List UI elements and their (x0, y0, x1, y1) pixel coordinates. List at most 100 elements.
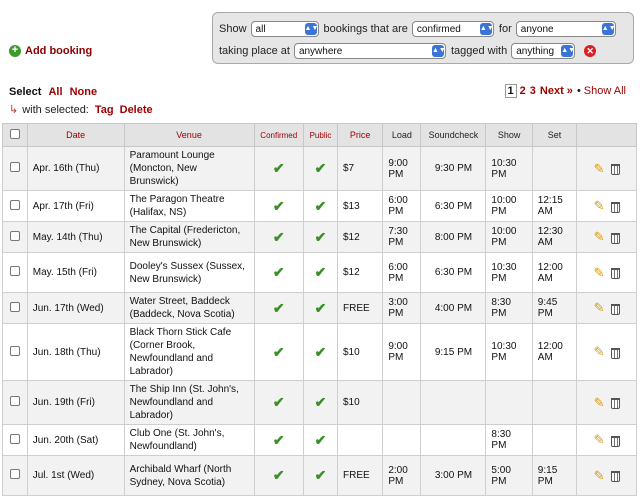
table-row: Jul. 1st (Wed) Archibald Wharf (North Syd… (2, 455, 637, 496)
next-page-link[interactable]: Next » (540, 85, 573, 97)
actions-cell: ✎ (576, 190, 637, 222)
place-select[interactable]: anywhere ▲▼ (293, 43, 446, 59)
trash-icon[interactable] (610, 201, 620, 213)
status-select[interactable]: confirmed ▲▼ (411, 21, 494, 37)
set-cell: 12:00 AM (531, 323, 578, 381)
row-checkbox-cell (2, 221, 28, 253)
row-checkbox-cell (2, 424, 28, 456)
set-cell (531, 146, 578, 191)
confirmed-cell: ✔ (253, 424, 304, 456)
with-selected-controls: ↳ with selected: Tag Delete (9, 103, 153, 117)
load-cell: 3:00 PM (382, 292, 422, 324)
set-cell: 9:45 PM (531, 292, 578, 324)
delete-selected-link[interactable]: Delete (120, 104, 153, 116)
pencil-icon[interactable]: ✎ (594, 395, 605, 410)
set-header: Set (531, 123, 578, 147)
clear-filter-icon[interactable]: ✕ (584, 45, 597, 57)
load-cell: 6:00 PM (382, 252, 422, 293)
row-checkbox[interactable] (9, 469, 20, 479)
check-icon: ✔ (272, 160, 285, 176)
tag-selected-link[interactable]: Tag (95, 104, 114, 116)
select-none-link[interactable]: None (70, 86, 98, 98)
select-all-link[interactable]: All (48, 86, 62, 98)
date-cell: Jul. 1st (Wed) (26, 455, 125, 496)
current-page: 1 (504, 84, 517, 98)
table-row: Jun. 19th (Fri) The Ship Inn (St. John's,… (2, 380, 637, 425)
row-checkbox-cell (2, 190, 28, 222)
trash-icon[interactable] (610, 164, 620, 176)
check-icon: ✔ (314, 299, 327, 316)
row-checkbox[interactable] (9, 433, 20, 444)
price-cell (336, 424, 384, 456)
show-all-link[interactable]: Show All (584, 85, 626, 97)
confirmed-cell: ✔ (253, 190, 304, 222)
row-checkbox[interactable] (9, 162, 20, 172)
date-header[interactable]: Date (26, 123, 125, 147)
for-select-value: anyone (520, 23, 554, 35)
show-cell: 10:30 PM (485, 323, 533, 381)
trash-icon[interactable] (610, 268, 620, 280)
row-checkbox[interactable] (9, 230, 20, 241)
date-cell: Jun. 20th (Sat) (26, 424, 125, 456)
pencil-icon[interactable]: ✎ (594, 229, 605, 244)
set-cell: 12:00 AM (531, 252, 578, 293)
page-link-3[interactable]: 3 (530, 85, 536, 97)
trash-icon[interactable] (610, 435, 620, 447)
soundcheck-cell (420, 424, 487, 456)
confirmed-cell: ✔ (253, 323, 304, 381)
public-header[interactable]: Public (302, 123, 339, 147)
venue-cell: The Capital (Fredericton, New Brunswick) (123, 221, 255, 253)
venue-header[interactable]: Venue (123, 123, 255, 147)
row-checkbox[interactable] (9, 266, 20, 276)
row-checkbox[interactable] (9, 199, 20, 210)
page-link-2[interactable]: 2 (520, 85, 526, 97)
trash-icon[interactable] (610, 398, 620, 410)
pencil-icon[interactable]: ✎ (594, 432, 605, 447)
tag-select-value: anything (516, 45, 555, 57)
public-cell: ✔ (302, 252, 339, 293)
place-select-value: anywhere (298, 45, 343, 57)
pencil-icon[interactable]: ✎ (594, 161, 605, 176)
confirmed-header[interactable]: Confirmed (253, 123, 304, 147)
set-cell: 12:15 AM (531, 190, 578, 222)
table-row: May. 14th (Thu) The Capital (Fredericton,… (2, 221, 637, 253)
for-select[interactable]: anyone ▲▼ (515, 21, 616, 37)
add-booking-link[interactable]: + Add booking (9, 45, 92, 57)
confirmed-cell: ✔ (253, 380, 304, 425)
pencil-icon[interactable]: ✎ (594, 300, 605, 315)
row-checkbox[interactable] (9, 396, 20, 406)
date-cell: Jun. 19th (Fri) (26, 380, 125, 425)
header-checkbox[interactable] (9, 129, 20, 139)
trash-icon[interactable] (610, 471, 620, 483)
trash-icon[interactable] (610, 232, 620, 244)
row-checkbox-cell (2, 292, 28, 324)
pencil-icon[interactable]: ✎ (594, 344, 605, 359)
price-cell: $12 (336, 221, 384, 253)
select-arrows-icon: ▲▼ (479, 23, 494, 35)
show-select[interactable]: all ▲▼ (250, 21, 319, 37)
pencil-icon[interactable]: ✎ (594, 468, 605, 483)
row-checkbox[interactable] (9, 345, 20, 356)
set-cell (531, 424, 578, 456)
price-cell: $10 (336, 323, 384, 381)
trash-icon[interactable] (610, 347, 620, 359)
trash-icon[interactable] (610, 303, 620, 315)
row-checkbox[interactable] (9, 301, 20, 312)
date-cell: Jun. 17th (Wed) (26, 292, 125, 324)
tagged-label: tagged with (450, 45, 508, 57)
load-header: Load (382, 123, 422, 147)
check-icon: ✔ (272, 228, 285, 245)
pencil-icon[interactable]: ✎ (594, 198, 605, 213)
table-body: Apr. 16th (Thu) Paramount Lounge (Moncton… (2, 146, 637, 496)
select-arrows-icon: ▲▼ (561, 45, 575, 57)
status-select-value: confirmed (416, 23, 461, 35)
price-header[interactable]: Price (336, 123, 384, 147)
tag-select[interactable]: anything ▲▼ (511, 43, 576, 59)
show-label: Show (219, 23, 247, 35)
public-cell: ✔ (302, 221, 339, 253)
row-checkbox-cell (2, 146, 28, 191)
select-arrows-icon: ▲▼ (304, 23, 318, 35)
load-cell: 6:00 PM (382, 190, 422, 222)
actions-cell: ✎ (576, 221, 637, 253)
pencil-icon[interactable]: ✎ (594, 265, 605, 280)
